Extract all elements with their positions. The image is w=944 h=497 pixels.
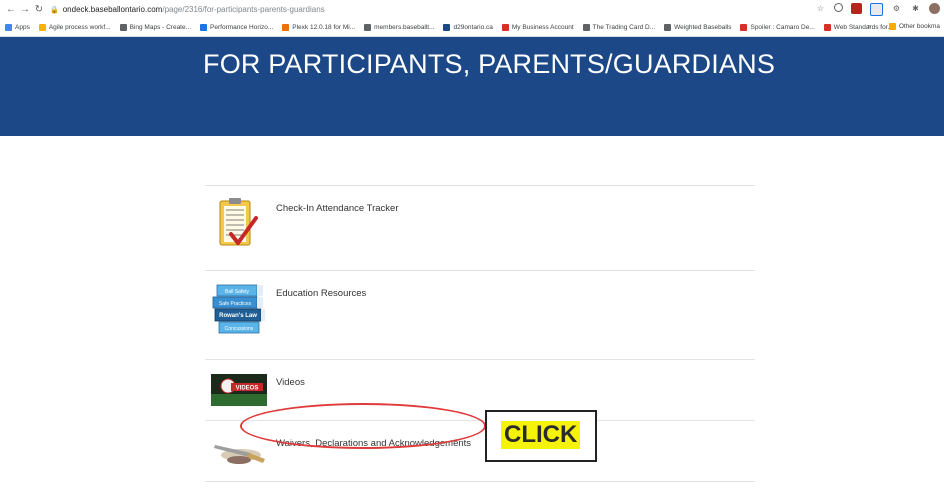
bookmark-item[interactable]: My Business Account <box>501 24 574 31</box>
lock-icon: 🔒 <box>50 6 59 14</box>
bookmark-favicon-icon <box>501 24 509 31</box>
item-label[interactable]: Education Resources <box>276 288 366 299</box>
bookmark-item[interactable]: The Trading Card D... <box>582 24 656 31</box>
list-item-checkin[interactable]: Check-In Attendance Tracker <box>205 185 755 270</box>
bookmark-item[interactable]: Agile process workf... <box>38 24 111 31</box>
bookmark-item[interactable]: d29ontario.ca <box>443 24 493 31</box>
bookmark-item[interactable]: Apps <box>5 24 30 31</box>
page-title: FOR PARTICIPANTS, PARENTS/GUARDIANS <box>203 49 776 79</box>
bookmark-favicon-icon <box>119 24 127 31</box>
browser-toolbar: ← → ↻ 🔒 ondeck.baseballontario.com/page/… <box>0 0 944 19</box>
bookmark-favicon-icon <box>740 24 748 31</box>
extension-red-icon[interactable] <box>851 3 862 14</box>
extension-blue-icon[interactable] <box>870 3 883 16</box>
bookmark-favicon-icon <box>364 24 372 31</box>
click-annotation: CLICK <box>485 410 597 462</box>
books-stack-icon: Ball Safety Safe Practices Rowan's Law C… <box>211 283 267 346</box>
book-label: Rowan's Law <box>219 313 257 319</box>
bookmark-item[interactable]: Weighted Baseballs <box>664 24 731 31</box>
extension-gray-icon[interactable]: ⚙ <box>891 3 902 14</box>
bookmark-favicon-icon <box>200 24 208 31</box>
bookmarks-bar: Apps Agile process workf... Bing Maps - Cr… <box>0 19 944 37</box>
bookmark-label: Spoiler : Camaro De... <box>750 24 815 31</box>
folder-icon <box>888 23 896 30</box>
bookmark-item[interactable]: Spoiler : Camaro De... <box>740 24 815 31</box>
annotation-circle <box>240 403 486 449</box>
videos-thumb-text: VIDEOS <box>236 386 259 392</box>
click-annotation-text: CLICK <box>501 421 581 449</box>
bookmark-favicon-icon <box>282 24 290 31</box>
pen-signing-icon <box>211 433 267 472</box>
bookmark-item[interactable]: Bing Maps - Create... <box>119 24 192 31</box>
apps-grid-icon <box>5 24 12 31</box>
url-path: /page/2316/for-participants-parents-guar… <box>162 5 325 14</box>
back-icon[interactable]: ← <box>4 4 18 15</box>
reload-icon[interactable]: ↻ <box>32 4 46 15</box>
bookmark-label: Performance Horizo... <box>210 24 274 31</box>
bookmark-label: members.baseballt... <box>374 24 435 31</box>
list-item-education[interactable]: Ball Safety Safe Practices Rowan's Law C… <box>205 270 755 359</box>
bookmark-favicon-icon <box>443 24 451 31</box>
page-hero: FOR PARTICIPANTS, PARENTS/GUARDIANS <box>0 37 944 136</box>
bookmark-favicon-icon <box>38 24 46 31</box>
item-label[interactable]: Check-In Attendance Tracker <box>276 203 399 214</box>
star-icon[interactable]: ☆ <box>815 3 826 14</box>
book-label: Safe Practices <box>219 301 252 307</box>
videos-thumbnail: VIDEOS <box>211 374 267 411</box>
book-label: Ball Safety <box>225 289 249 295</box>
bookmark-item[interactable]: Performance Horizo... <box>200 24 273 31</box>
address-bar[interactable]: 🔒 ondeck.baseballontario.com/page/2316/f… <box>50 5 325 14</box>
other-bookmarks-label: Other bookma <box>898 23 940 30</box>
item-label[interactable]: Videos <box>276 377 305 388</box>
other-bookmarks[interactable]: Other bookma <box>888 23 940 30</box>
bookmark-label: My Business Account <box>511 24 574 31</box>
bookmark-label: Apps <box>15 24 30 31</box>
bookmark-favicon-icon <box>823 24 831 31</box>
profile-avatar-icon[interactable] <box>929 3 940 14</box>
bookmarks-overflow-chevron[interactable]: » <box>867 23 871 30</box>
bookmark-label: Bing Maps - Create... <box>129 24 192 31</box>
extension-circle-icon[interactable] <box>834 3 843 12</box>
puzzle-icon[interactable]: ✱ <box>910 3 921 14</box>
bookmark-item[interactable]: Plexk 12.0.18 for Mi... <box>282 24 355 31</box>
forward-icon[interactable]: → <box>18 4 32 15</box>
bookmark-favicon-icon <box>582 24 590 31</box>
bookmark-favicon-icon <box>664 24 672 31</box>
bookmark-label: The Trading Card D... <box>592 24 656 31</box>
bookmark-label: Agile process workf... <box>48 24 111 31</box>
bookmark-item[interactable]: members.baseballt... <box>364 24 434 31</box>
bookmark-label: Plexk 12.0.18 for Mi... <box>292 24 356 31</box>
bookmark-label: Weighted Baseballs <box>674 24 732 31</box>
clipboard-checklist-icon <box>211 196 261 255</box>
bookmark-label: d29ontario.ca <box>453 24 493 31</box>
url-host: ondeck.baseballontario.com <box>62 5 163 14</box>
book-label: Concussions <box>225 326 254 332</box>
